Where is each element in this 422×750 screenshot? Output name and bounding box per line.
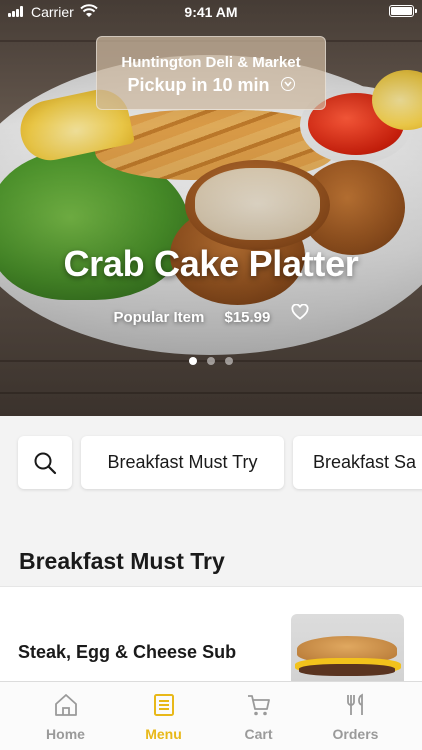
tab-orders[interactable]: Orders bbox=[303, 682, 408, 750]
home-icon bbox=[55, 694, 77, 716]
pickup-label: Pickup in 10 min bbox=[127, 75, 270, 95]
search-button[interactable] bbox=[18, 436, 72, 489]
menu-icon bbox=[154, 694, 174, 716]
tab-label: Orders bbox=[332, 726, 379, 742]
fork-knife-icon bbox=[347, 693, 363, 715]
status-bar: Carrier 9:41 AM bbox=[0, 0, 422, 24]
tab-bar: Home Menu Cart Orders bbox=[0, 681, 422, 750]
hero-banner[interactable]: Carrier 9:41 AM Huntington Deli & Market… bbox=[0, 0, 422, 416]
pickup-time: Pickup in 10 min bbox=[97, 75, 325, 96]
battery-icon bbox=[389, 5, 417, 17]
carousel-dot[interactable] bbox=[225, 357, 233, 365]
featured-tag: Popular Item bbox=[113, 308, 205, 326]
category-chip[interactable]: Breakfast Must Try bbox=[81, 436, 284, 489]
tab-label: Cart bbox=[244, 726, 273, 742]
featured-title: Crab Cake Platter bbox=[63, 243, 359, 284]
menu-item-name: Steak, Egg & Cheese Sub bbox=[18, 642, 237, 662]
tab-label: Home bbox=[46, 726, 85, 742]
section-title: Breakfast Must Try bbox=[19, 548, 225, 574]
store-name: Huntington Deli & Market bbox=[121, 54, 301, 71]
category-chips: Breakfast Must Try Breakfast Sa bbox=[0, 416, 422, 516]
store-selector[interactable]: Huntington Deli & Market Pickup in 10 mi… bbox=[96, 36, 326, 110]
clock: 9:41 AM bbox=[184, 4, 238, 20]
carousel-dot[interactable] bbox=[189, 357, 197, 365]
carousel-dot[interactable] bbox=[207, 357, 215, 365]
featured-meta: Popular Item $15.99 bbox=[0, 303, 422, 326]
tab-home[interactable]: Home bbox=[13, 682, 118, 750]
chevron-down-icon bbox=[280, 77, 295, 92]
search-icon bbox=[34, 452, 57, 475]
tab-label: Menu bbox=[145, 726, 182, 742]
cart-icon bbox=[248, 695, 270, 716]
featured-price: $15.99 bbox=[224, 308, 271, 326]
tab-cart[interactable]: Cart bbox=[206, 682, 311, 750]
category-chip[interactable]: Breakfast Sa bbox=[293, 436, 422, 489]
carousel-dots bbox=[0, 352, 422, 370]
tab-menu[interactable]: Menu bbox=[111, 682, 216, 750]
heart-icon[interactable] bbox=[291, 303, 309, 320]
